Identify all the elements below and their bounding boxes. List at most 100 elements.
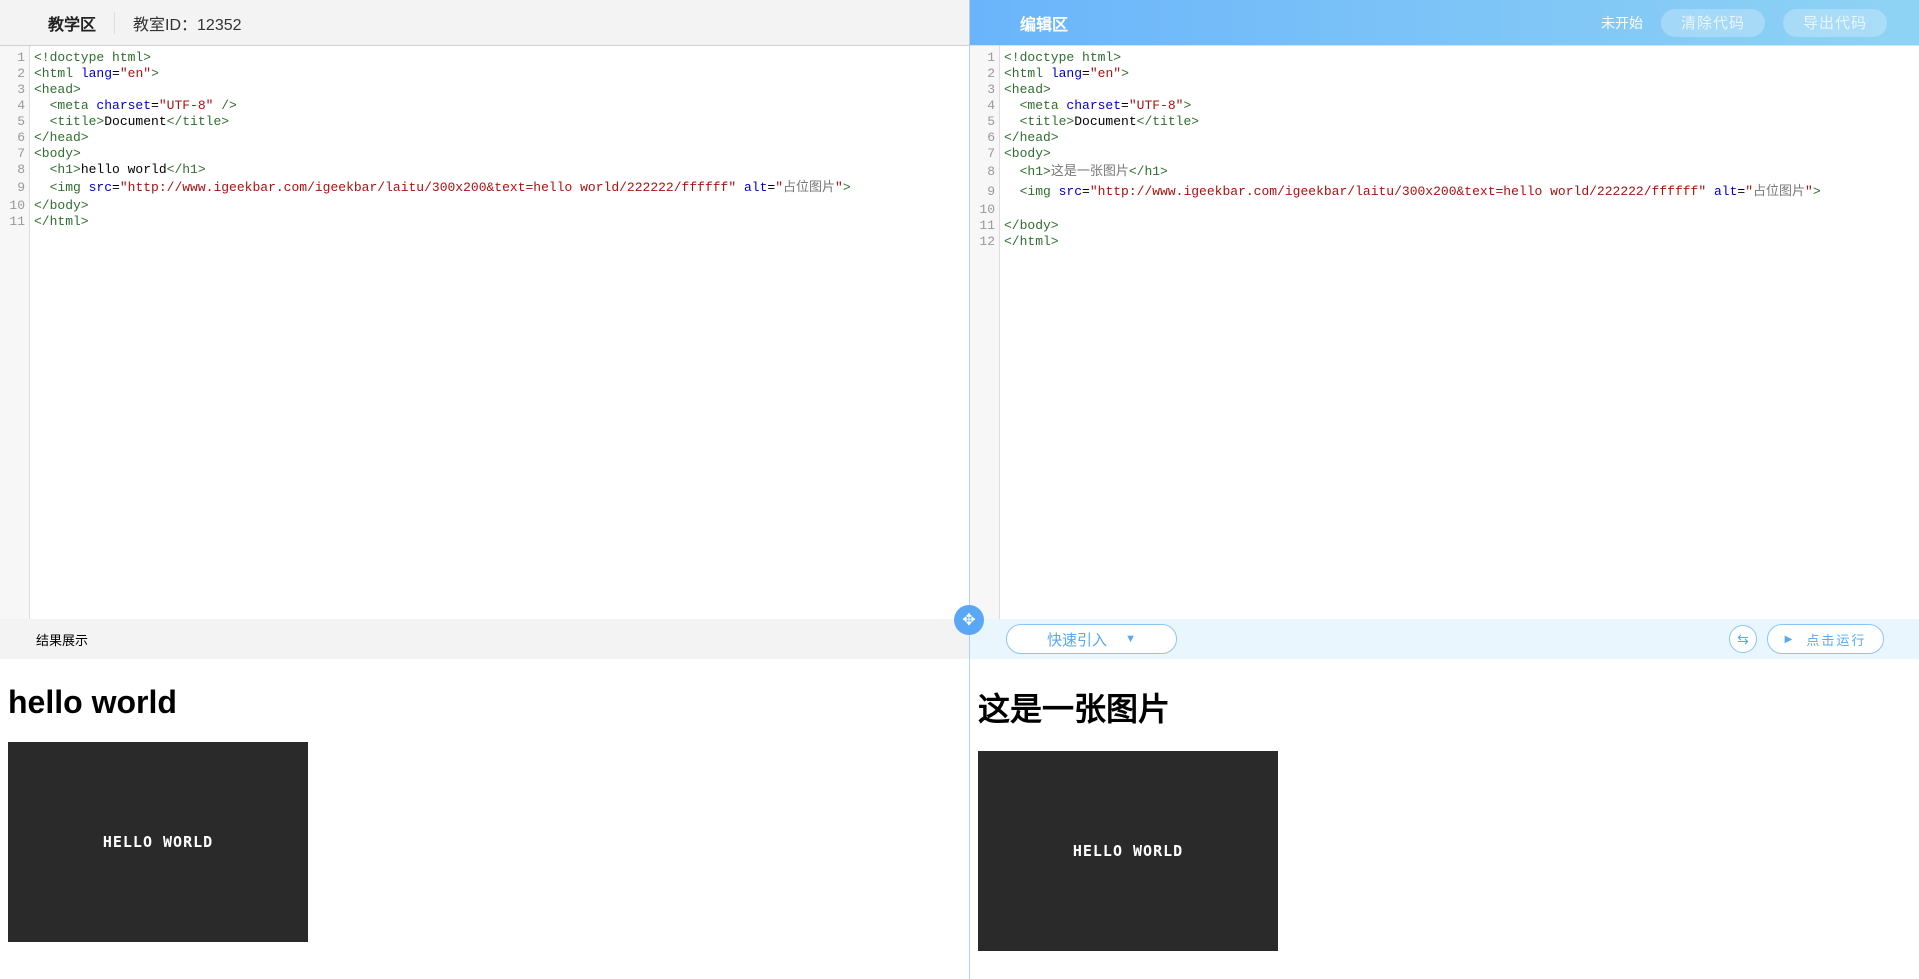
code-token: alt bbox=[743, 180, 768, 195]
code-token: alt bbox=[1713, 184, 1738, 199]
code-token: > bbox=[1183, 98, 1192, 113]
line-number: 8 bbox=[987, 164, 995, 179]
line-number: 4 bbox=[987, 98, 995, 113]
code-token: </title> bbox=[1136, 114, 1200, 129]
placeholder-image: hello world bbox=[8, 742, 308, 942]
code-line: </body> bbox=[34, 198, 851, 214]
quick-import-label: 快速引入 bbox=[1047, 631, 1108, 649]
code-token: </head> bbox=[34, 130, 89, 145]
status-text: 未开始 bbox=[1600, 14, 1643, 31]
code-line: <!doctype html> bbox=[1004, 50, 1821, 66]
editing-pane: 编辑区 未开始 清除代码 导出代码 1 2 3 4 5 6 7 8 9 10 11 12 <!doct… bbox=[970, 0, 1919, 979]
code-line: <html lang="en"> bbox=[34, 66, 851, 82]
code-editor[interactable]: 1 2 3 4 5 6 7 8 9 10 11 12 <!doctype html> <html lan… bbox=[970, 46, 1919, 619]
code-token: = bbox=[112, 66, 120, 81]
code-token: lang bbox=[80, 66, 113, 81]
code-line: <html lang="en"> bbox=[1004, 66, 1821, 82]
code-token: <h1> bbox=[1019, 164, 1051, 179]
code-token: src bbox=[88, 180, 113, 195]
teaching-title: 教学区 bbox=[48, 16, 97, 34]
line-number: 11 bbox=[979, 218, 995, 233]
line-number: 7 bbox=[987, 146, 995, 161]
code-token: </h1> bbox=[166, 162, 206, 177]
editor-toolbar: 快速引入 ▼ ⇆ ▶ 点击运行 bbox=[970, 619, 1919, 659]
export-code-button[interactable]: 导出代码 bbox=[1782, 8, 1887, 37]
code-token: = bbox=[1082, 66, 1090, 81]
code-token: Document bbox=[1074, 114, 1137, 129]
code-lines[interactable]: <!doctype html> <html lang="en"> <head> <m… bbox=[1000, 46, 1821, 619]
code-token: <!doctype html> bbox=[34, 50, 152, 65]
line-number: 2 bbox=[17, 66, 25, 81]
code-token: 这是一张图片 bbox=[1050, 164, 1129, 179]
code-token: 占位图片 bbox=[783, 180, 836, 195]
code-token: /> bbox=[213, 98, 237, 113]
swap-icon[interactable]: ⇆ bbox=[1729, 625, 1757, 653]
editing-title: 编辑区 bbox=[1020, 16, 1069, 34]
code-token: </html> bbox=[1004, 234, 1059, 249]
code-token: </body> bbox=[34, 198, 89, 213]
code-line: <title>Document</title> bbox=[34, 114, 851, 130]
line-number: 5 bbox=[987, 114, 995, 129]
code-token: Document bbox=[104, 114, 167, 129]
code-token: 占位图片 bbox=[1753, 184, 1806, 199]
code-line: <meta charset="UTF-8" /> bbox=[34, 98, 851, 114]
code-line: <head> bbox=[34, 82, 851, 98]
code-token: lang bbox=[1050, 66, 1083, 81]
result-label: 结果展示 bbox=[36, 632, 89, 648]
room-id: 教室ID：12352 bbox=[133, 16, 242, 34]
code-token: <title> bbox=[1019, 114, 1075, 129]
teaching-code-viewer: 1 2 3 4 5 6 7 8 9 10 11 <!doctype html> <html lang=… bbox=[0, 46, 969, 619]
code-line: </html> bbox=[1004, 234, 1821, 250]
code-token: <img bbox=[1019, 184, 1059, 199]
play-icon: ▶ bbox=[1784, 633, 1795, 645]
code-token: " bbox=[775, 180, 783, 195]
code-token: </head> bbox=[1004, 130, 1059, 145]
run-label: 点击运行 bbox=[1806, 632, 1867, 648]
line-number: 7 bbox=[17, 146, 25, 161]
code-token: charset bbox=[1066, 98, 1122, 113]
move-handle-icon[interactable]: ✥ bbox=[954, 605, 984, 635]
line-number: 12 bbox=[979, 234, 995, 249]
clear-code-button[interactable]: 清除代码 bbox=[1660, 8, 1765, 37]
code-token: "UTF-8" bbox=[1128, 98, 1184, 113]
code-token: charset bbox=[96, 98, 152, 113]
code-token: " bbox=[835, 180, 843, 195]
line-number: 5 bbox=[17, 114, 25, 129]
line-number: 1 bbox=[987, 50, 995, 65]
code-line: </body> bbox=[1004, 218, 1821, 234]
code-line: <meta charset="UTF-8"> bbox=[1004, 98, 1821, 114]
code-line: </head> bbox=[1004, 130, 1821, 146]
code-token: <head> bbox=[34, 82, 81, 97]
line-number: 9 bbox=[987, 184, 995, 199]
quick-import-dropdown[interactable]: 快速引入 ▼ bbox=[1006, 624, 1177, 654]
code-line: <body> bbox=[34, 146, 851, 162]
code-token: <h1> bbox=[49, 162, 81, 177]
line-number: 10 bbox=[9, 198, 25, 213]
code-token: > bbox=[842, 180, 851, 195]
placeholder-image: hello world bbox=[978, 751, 1278, 951]
code-token: "en" bbox=[1089, 66, 1122, 81]
code-token: src bbox=[1058, 184, 1083, 199]
line-number: 3 bbox=[17, 82, 25, 97]
code-line: <h1>hello world</h1> bbox=[34, 162, 851, 178]
code-token: <html bbox=[34, 66, 81, 81]
code-token: </body> bbox=[1004, 218, 1059, 233]
teaching-result-preview: hello world hello world bbox=[0, 659, 969, 979]
code-token: <!doctype html> bbox=[1004, 50, 1122, 65]
code-token: " bbox=[1805, 184, 1813, 199]
code-token: > bbox=[1812, 184, 1821, 199]
code-token: <html bbox=[1004, 66, 1051, 81]
code-line: <h1>这是一张图片</h1> bbox=[1004, 162, 1821, 182]
line-number: 1 bbox=[17, 50, 25, 65]
code-line: <img src="http://www.igeekbar.com/igeekb… bbox=[34, 178, 851, 198]
editing-header: 编辑区 未开始 清除代码 导出代码 bbox=[970, 0, 1919, 46]
teaching-pane: 教学区 教室ID：12352 1 2 3 4 5 6 7 8 9 10 11 <!doctype h… bbox=[0, 0, 969, 979]
code-token: <body> bbox=[34, 146, 81, 161]
run-button[interactable]: ▶ 点击运行 bbox=[1767, 624, 1884, 654]
code-token: </html> bbox=[34, 214, 89, 229]
result-bar: 结果展示 bbox=[0, 619, 969, 659]
code-token: > bbox=[151, 66, 159, 81]
code-lines: <!doctype html> <html lang="en"> <head> <m… bbox=[30, 46, 851, 619]
